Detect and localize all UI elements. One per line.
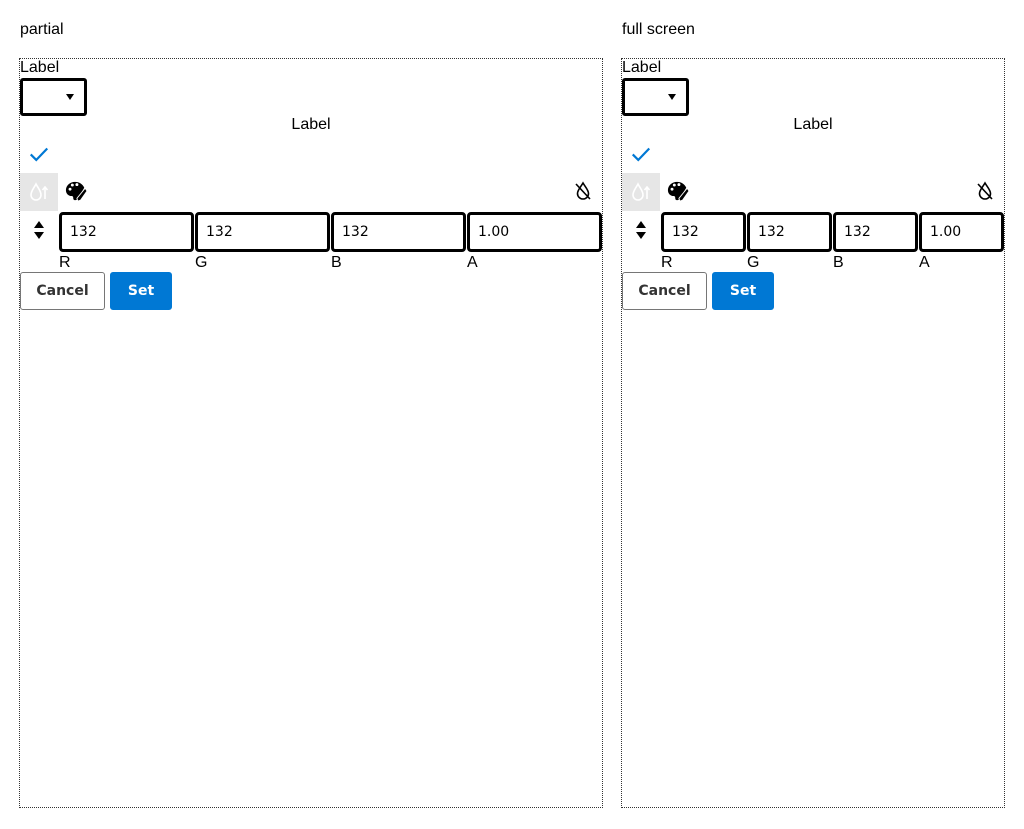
section-title-partial: partial (20, 21, 64, 38)
green-input[interactable]: 132 (747, 212, 832, 252)
color-select[interactable] (20, 78, 87, 116)
green-label: G (747, 254, 760, 271)
blue-label: B (833, 254, 844, 271)
cancel-button[interactable]: Cancel (20, 272, 105, 310)
eyedropper-icon (30, 182, 49, 201)
picker-title: Label (793, 116, 833, 133)
alpha-label: A (919, 254, 930, 271)
panel-partial: Label Label 132 132 132 1.00 R G B A Can… (19, 58, 603, 808)
no-drop-icon[interactable] (573, 181, 593, 201)
blue-input[interactable]: 132 (331, 212, 466, 252)
color-select[interactable] (622, 78, 689, 116)
check-icon[interactable] (28, 143, 50, 165)
palette-icon[interactable] (65, 180, 87, 202)
section-title-full-screen: full screen (622, 21, 695, 38)
alpha-input[interactable]: 1.00 (467, 212, 602, 252)
green-input[interactable]: 132 (195, 212, 330, 252)
blue-label: B (331, 254, 342, 271)
alpha-label: A (467, 254, 478, 271)
check-icon[interactable] (630, 143, 652, 165)
set-button[interactable]: Set (712, 272, 774, 310)
field-label: Label (20, 59, 60, 76)
chevron-down-icon (668, 94, 676, 100)
palette-icon[interactable] (667, 180, 689, 202)
cancel-button[interactable]: Cancel (622, 272, 707, 310)
green-label: G (195, 254, 208, 271)
sort-stepper-icon[interactable] (634, 220, 648, 240)
red-label: R (661, 254, 673, 271)
field-label: Label (622, 59, 662, 76)
panel-full-screen: Label Label 132 132 132 1.00 R G B A Can… (621, 58, 1005, 808)
eyedropper-button[interactable] (20, 173, 58, 211)
picker-title: Label (291, 116, 331, 133)
chevron-down-icon (66, 94, 74, 100)
no-drop-icon[interactable] (975, 181, 995, 201)
set-button[interactable]: Set (110, 272, 172, 310)
sort-stepper-icon[interactable] (32, 220, 46, 240)
eyedropper-icon (632, 182, 651, 201)
eyedropper-button[interactable] (622, 173, 660, 211)
blue-input[interactable]: 132 (833, 212, 918, 252)
red-input[interactable]: 132 (59, 212, 194, 252)
alpha-input[interactable]: 1.00 (919, 212, 1004, 252)
red-input[interactable]: 132 (661, 212, 746, 252)
red-label: R (59, 254, 71, 271)
